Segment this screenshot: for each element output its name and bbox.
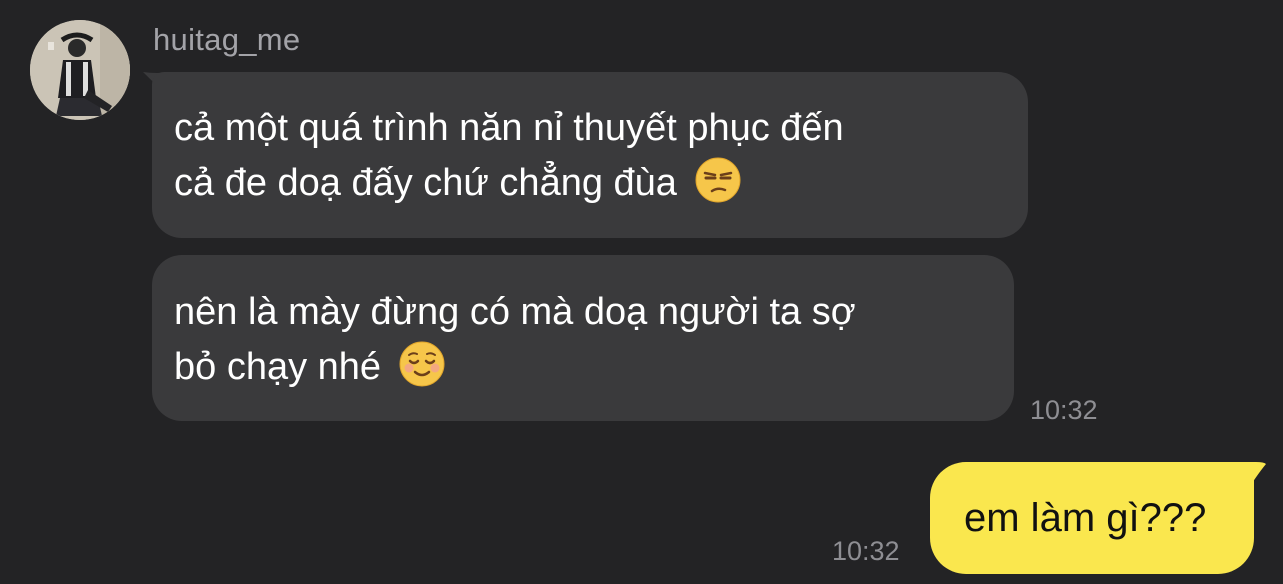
incoming-timestamp: 10:32: [1030, 395, 1098, 425]
sender-name: huitag_me: [153, 22, 301, 57]
message-line: cả một quá trình năn nỉ thuyết phục đến: [174, 107, 844, 149]
incoming-message[interactable]: nên là mày đừng có mà doạ người ta sợ bỏ…: [152, 255, 1014, 421]
sender-avatar[interactable]: [30, 20, 130, 120]
outgoing-timestamp: 10:32: [832, 536, 900, 566]
relieved-face-emoji: [399, 341, 445, 387]
outgoing-message-text: em làm gì???: [964, 496, 1207, 540]
unamused-face-emoji: [695, 157, 740, 203]
message-line: bỏ chạy nhé: [174, 346, 382, 388]
message-line: cả đe doạ đấy chứ chẳng đùa: [174, 162, 677, 204]
incoming-message[interactable]: cả một quá trình năn nỉ thuyết phục đến …: [152, 72, 1028, 238]
message-line: nên là mày đừng có mà doạ người ta sợ: [174, 291, 856, 333]
outgoing-message[interactable]: em làm gì???: [930, 462, 1254, 574]
